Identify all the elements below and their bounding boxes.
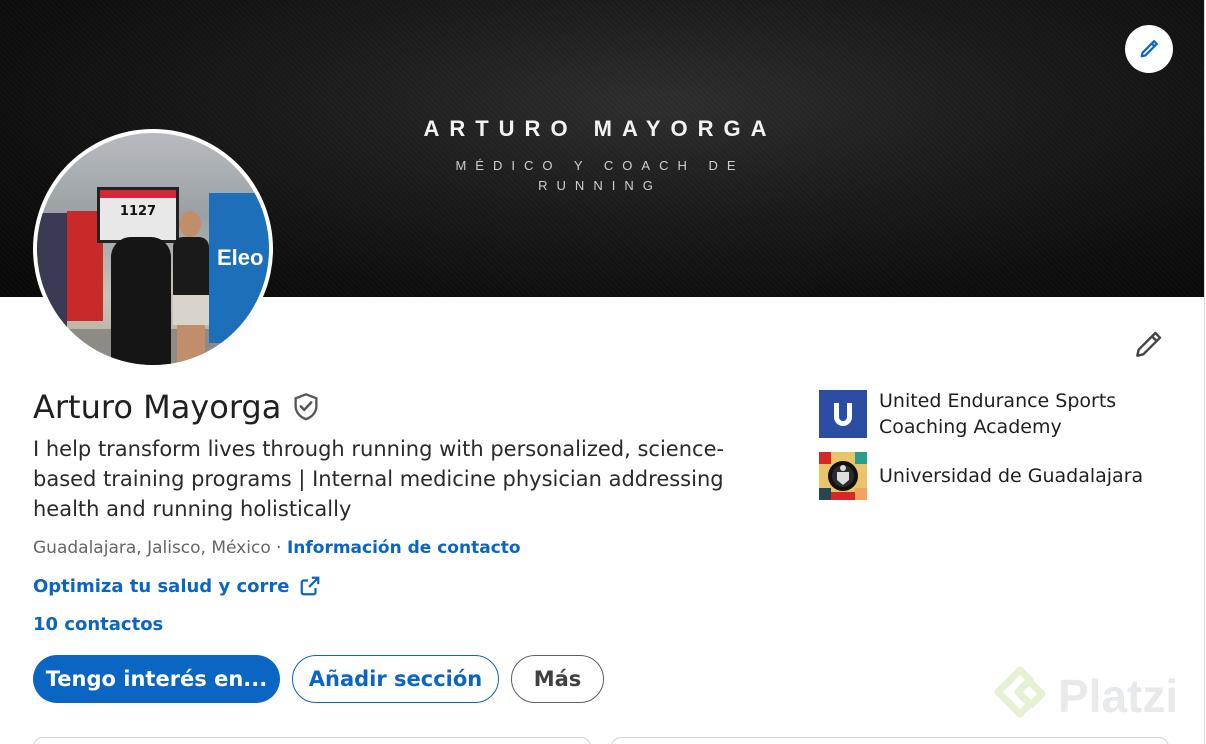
- website-link[interactable]: Optimiza tu salud y corre: [33, 575, 321, 597]
- website-label: Optimiza tu salud y corre: [33, 575, 290, 597]
- external-link-icon: [301, 576, 320, 596]
- org-item-udg[interactable]: Universidad de Guadalajara: [819, 452, 1159, 500]
- banner-subtitle: MÉDICO Y COACH DE RUNNING: [455, 158, 745, 193]
- org-name: Universidad de Guadalajara: [879, 465, 1144, 487]
- more-button[interactable]: Más: [511, 655, 604, 703]
- org-item-ues[interactable]: United Endurance Sports Coaching Academy: [819, 388, 1159, 440]
- open-to-button[interactable]: Tengo interés en...: [33, 655, 280, 703]
- profile-section-card: [611, 737, 1169, 744]
- pencil-icon: [1136, 331, 1162, 357]
- profile-name: Arturo Mayorga: [33, 388, 282, 426]
- profile-section-card: [33, 737, 591, 744]
- photo-screen: 1127: [97, 187, 179, 243]
- profile-card: ARTURO MAYORGA MÉDICO Y COACH DE RUNNING…: [0, 0, 1205, 744]
- platzi-logo-icon: [994, 666, 1046, 718]
- location-row: Guadalajara, Jalisco, México · Informaci…: [33, 538, 521, 558]
- edit-intro-button[interactable]: [1130, 327, 1166, 363]
- profile-photo[interactable]: Eleo 1127: [33, 129, 273, 369]
- udg-logo: [819, 452, 867, 500]
- connections-link[interactable]: 10 contactos: [33, 614, 163, 635]
- org-name: United Endurance Sports Coaching Academy: [879, 390, 1117, 438]
- banner-title: ARTURO MAYORGA: [423, 116, 777, 141]
- watermark-text: Platzi: [1058, 670, 1179, 722]
- photo-sign-text: Eleo: [217, 245, 264, 270]
- contact-info-link[interactable]: Información de contacto: [287, 538, 521, 558]
- pencil-icon: [1140, 40, 1158, 58]
- separator: ·: [270, 538, 287, 558]
- add-section-button[interactable]: Añadir sección: [292, 655, 499, 703]
- edit-banner-button[interactable]: [1125, 25, 1173, 73]
- ues-logo: [819, 390, 867, 438]
- shield-check-icon[interactable]: [291, 392, 321, 422]
- profile-location: Guadalajara, Jalisco, México: [33, 538, 271, 558]
- watermark: Platzi: [990, 666, 1178, 726]
- profile-headline: I help transform lives through running w…: [33, 437, 725, 521]
- name-row: Arturo Mayorga: [33, 388, 321, 426]
- photo-race-number: 1127: [119, 204, 157, 219]
- profile-photo-image: Eleo 1127: [37, 133, 269, 365]
